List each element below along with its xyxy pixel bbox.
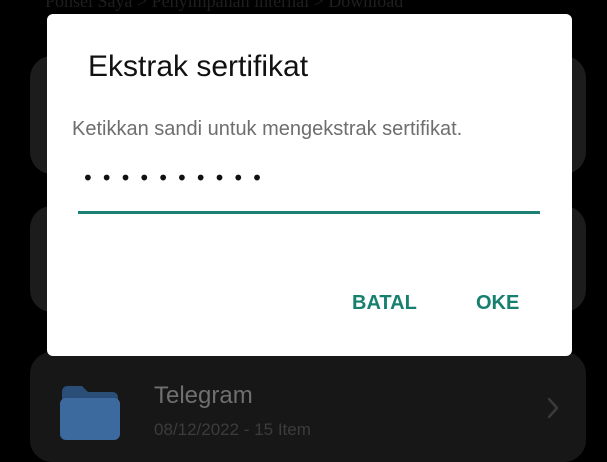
- folder-name: Telegram: [154, 382, 253, 409]
- folder-meta: 08/12/2022 - 15 Item: [154, 420, 311, 439]
- dialog-message: Ketikkan sandi untuk mengekstrak sertifi…: [72, 118, 463, 140]
- password-value: ••••••••••: [82, 166, 270, 190]
- chevron-right-icon: [547, 397, 559, 419]
- ok-button[interactable]: OKE: [476, 292, 519, 315]
- list-item-telegram[interactable]: Telegram 08/12/2022 - 15 Item: [30, 352, 586, 462]
- password-input[interactable]: ••••••••••: [78, 164, 540, 214]
- folder-icon: [60, 386, 120, 440]
- cancel-button[interactable]: BATAL: [352, 292, 417, 315]
- dialog-title: Ekstrak sertifikat: [88, 50, 309, 83]
- breadcrumb[interactable]: Ponsel Saya > Penyimpanan internal > Dow…: [45, 0, 403, 12]
- extract-certificate-dialog: Ekstrak sertifikat Ketikkan sandi untuk …: [47, 14, 572, 356]
